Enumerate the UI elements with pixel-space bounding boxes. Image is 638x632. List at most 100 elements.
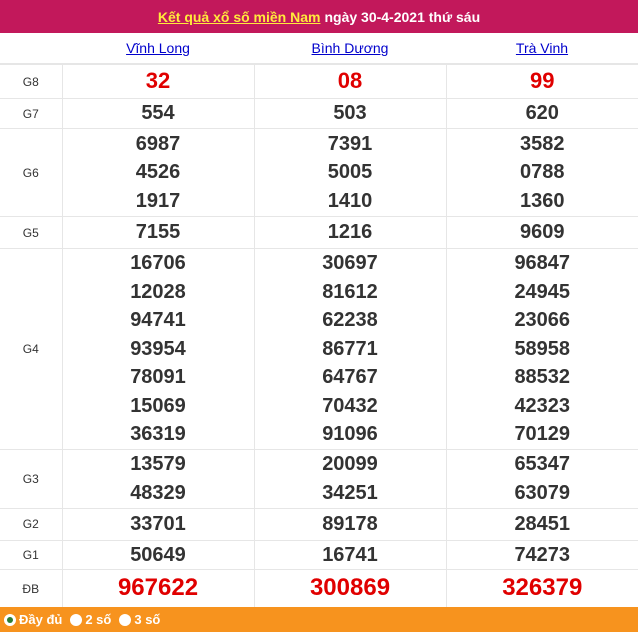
prize-number: 65347 <box>514 453 571 475</box>
prize-row: G3 13579 48329 20099 34251 65347 63079 <box>0 448 638 509</box>
results-date: ngày 30-4-2021 thứ sáu <box>324 8 481 25</box>
prize-cell: 620 <box>445 98 638 129</box>
prize-number: 1216 <box>327 221 373 244</box>
prize-number: 81612 <box>322 280 378 303</box>
prize-number: 16706 <box>130 252 186 274</box>
prize-cell: 9609 <box>445 216 638 249</box>
prize-table: G8 32 08 99 G7 554 503 620 G6 6987 4526 1917 7391 500… <box>0 64 638 608</box>
radio-full-icon[interactable] <box>4 613 16 626</box>
prize-number: 16741 <box>322 543 378 566</box>
prize-number: 554 <box>141 102 175 125</box>
prize-number: 1410 <box>327 189 373 212</box>
prize-number: 3582 <box>520 132 565 155</box>
prize-row: G1 50649 16741 74273 <box>0 539 638 570</box>
province-link-tra-vinh[interactable]: Trà Vinh <box>446 33 638 63</box>
prize-cell: 20099 34251 <box>253 448 447 509</box>
prize-number: 08 <box>337 68 363 94</box>
prize-cell: 967622 <box>61 569 255 608</box>
prize-number: 6987 <box>135 132 181 155</box>
prize-cell: 300869 <box>253 569 447 608</box>
prize-cell: 6987 4526 1917 <box>61 128 255 217</box>
prize-label: G1 <box>0 539 63 570</box>
prize-number: 48329 <box>130 481 186 504</box>
prize-number: 326379 <box>502 574 583 602</box>
prize-number: 5005 <box>327 161 373 184</box>
prize-cell: 50649 <box>61 539 255 570</box>
lottery-results: Kết quả xổ số miền Nam ngày 30-4-2021 th… <box>0 0 638 632</box>
prize-number: 15069 <box>130 394 186 417</box>
prize-number: 62238 <box>322 309 378 331</box>
prize-number: 32 <box>145 68 171 94</box>
prize-row: ĐB 967622 300869 326379 <box>0 569 638 608</box>
prize-label: G3 <box>0 448 63 509</box>
prize-label: G8 <box>0 64 63 99</box>
prize-cell: 65347 63079 <box>445 448 638 509</box>
prize-cell: 16706 12028 94741 93954 78091 15069 36319 <box>61 248 255 450</box>
prize-number: 24945 <box>514 280 571 303</box>
prize-cell: 7391 5005 1410 <box>253 128 447 217</box>
prize-number: 36319 <box>130 423 186 445</box>
prize-number: 0788 <box>520 161 565 184</box>
prize-cell: 16741 <box>253 539 447 570</box>
prize-label: G6 <box>0 128 63 217</box>
prize-number: 64767 <box>322 366 378 388</box>
prize-number: 63079 <box>514 481 571 504</box>
prize-cell: 3582 0788 1360 <box>445 128 638 217</box>
option-3-digits[interactable]: 3 số <box>119 612 160 627</box>
prize-number: 7155 <box>135 221 181 244</box>
prize-number: 503 <box>333 102 367 125</box>
prize-number: 94741 <box>130 309 186 331</box>
prize-row: G7 554 503 620 <box>0 98 638 129</box>
prize-label: G4 <box>0 248 63 450</box>
prize-cell: 13579 48329 <box>61 448 255 509</box>
prize-label: G7 <box>0 98 63 129</box>
display-options-bar: Đầy đủ 2 số 3 số <box>0 607 638 632</box>
prize-row: G4 16706 12028 94741 93954 78091 15069 36319 306… <box>0 248 638 450</box>
prize-number: 23066 <box>514 309 571 331</box>
prize-cell: 1216 <box>253 216 447 249</box>
prize-number: 91096 <box>322 423 378 445</box>
prize-number: 74273 <box>514 543 571 566</box>
prize-number: 1360 <box>520 189 565 212</box>
prize-cell: 74273 <box>445 539 638 570</box>
prize-label: G2 <box>0 507 63 541</box>
prize-cell: 503 <box>253 98 447 129</box>
prize-number: 4526 <box>135 161 181 184</box>
option-2-digits-label: 2 số <box>85 612 112 627</box>
prize-number: 96847 <box>514 252 571 274</box>
prize-number: 1917 <box>135 189 181 212</box>
prize-number: 86771 <box>322 337 378 360</box>
prize-number: 20099 <box>322 453 378 475</box>
prize-cell: 08 <box>253 64 447 99</box>
province-link-binh-duong[interactable]: Bình Dương <box>254 33 446 63</box>
prize-cell: 96847 24945 23066 58958 88532 42323 70129 <box>445 248 638 450</box>
option-3-digits-label: 3 số <box>134 612 161 627</box>
results-header: Kết quả xổ số miền Nam ngày 30-4-2021 th… <box>0 0 638 33</box>
prize-number: 9609 <box>520 221 565 244</box>
prize-label: ĐB <box>0 569 63 608</box>
prize-row: G5 7155 1216 9609 <box>0 216 638 249</box>
prize-cell: 99 <box>445 64 638 99</box>
prize-number: 99 <box>530 68 555 94</box>
option-2-digits[interactable]: 2 số <box>70 612 111 627</box>
prize-cell: 326379 <box>445 569 638 608</box>
radio-3-digits-icon[interactable] <box>119 613 132 626</box>
prize-cell: 30697 81612 62238 86771 64767 70432 91096 <box>253 248 447 450</box>
option-full[interactable]: Đầy đủ <box>4 612 62 627</box>
prize-cell: 89178 <box>253 507 447 541</box>
prize-row: G6 6987 4526 1917 7391 5005 1410 3582 0788 1360 <box>0 128 638 217</box>
prize-cell: 28451 <box>445 507 638 541</box>
prize-cell: 33701 <box>61 507 255 541</box>
prize-number: 88532 <box>514 366 571 388</box>
prize-number: 33701 <box>130 512 186 535</box>
prize-number: 620 <box>525 102 559 125</box>
prize-number: 300869 <box>309 574 391 602</box>
prize-number: 70129 <box>514 423 571 445</box>
province-link-vinh-long[interactable]: Vĩnh Long <box>62 33 254 63</box>
prize-row: G8 32 08 99 <box>0 64 638 99</box>
prize-cell: 554 <box>61 98 255 129</box>
prize-number: 7391 <box>327 132 373 155</box>
results-title-link[interactable]: Kết quả xổ số miền Nam <box>158 9 321 25</box>
prize-number: 967622 <box>117 574 199 602</box>
radio-2-digits-icon[interactable] <box>70 613 83 626</box>
